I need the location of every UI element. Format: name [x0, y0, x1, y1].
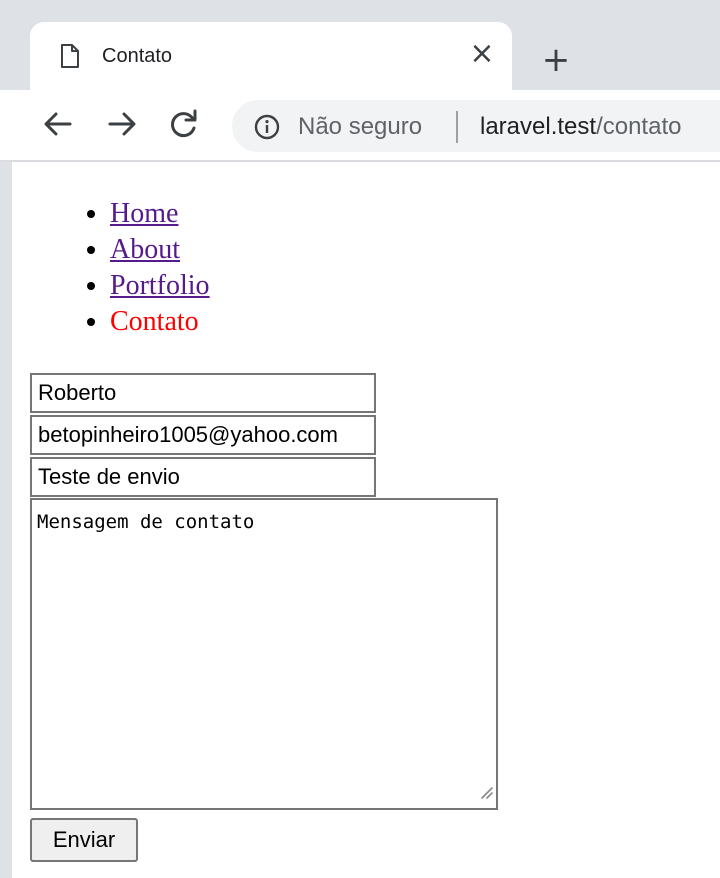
tab-title: Contato	[102, 45, 173, 67]
subject-input[interactable]: Teste de envio	[30, 457, 376, 497]
message-text: Mensagem de contato	[37, 511, 255, 533]
back-arrow-icon[interactable]	[40, 106, 76, 142]
nav-link-about[interactable]: About	[110, 234, 180, 265]
browser-toolbar: Não seguro laravel.test/contato	[0, 90, 720, 162]
reload-icon[interactable]	[166, 106, 202, 142]
forward-arrow-icon[interactable]	[104, 106, 140, 142]
page-icon	[60, 44, 80, 73]
nav-item-portfolio: Portfolio	[110, 268, 210, 304]
url-host: laravel.test	[480, 113, 597, 140]
site-nav: Home About Portfolio Contato	[66, 196, 210, 340]
browser-tabstrip: Contato × +	[0, 0, 720, 90]
info-icon[interactable]	[254, 114, 280, 145]
nav-link-portfolio[interactable]: Portfolio	[110, 270, 210, 301]
browser-tab[interactable]: Contato ×	[30, 22, 512, 90]
nav-item-home: Home	[110, 196, 210, 232]
url-path: /contato	[596, 113, 682, 140]
new-tab-button[interactable]: +	[536, 40, 576, 80]
nav-item-contato: Contato	[110, 304, 210, 340]
security-label[interactable]: Não seguro	[298, 113, 422, 141]
submit-button[interactable]: Enviar	[30, 818, 138, 862]
window-left-edge	[0, 162, 12, 878]
message-textarea[interactable]: Mensagem de contato	[30, 498, 498, 810]
email-input[interactable]: betopinheiro1005@yahoo.com	[30, 415, 376, 455]
nav-current-contato: Contato	[110, 306, 199, 337]
url-text[interactable]: laravel.test/contato	[480, 113, 681, 141]
address-bar[interactable]: Não seguro laravel.test/contato	[232, 100, 720, 152]
nav-link-home[interactable]: Home	[110, 198, 178, 229]
tab-close-icon[interactable]: ×	[466, 38, 498, 70]
nav-item-about: About	[110, 232, 210, 268]
omnibox-divider	[456, 111, 458, 143]
resize-grip-icon[interactable]	[479, 781, 493, 805]
name-input[interactable]: Roberto	[30, 373, 376, 413]
